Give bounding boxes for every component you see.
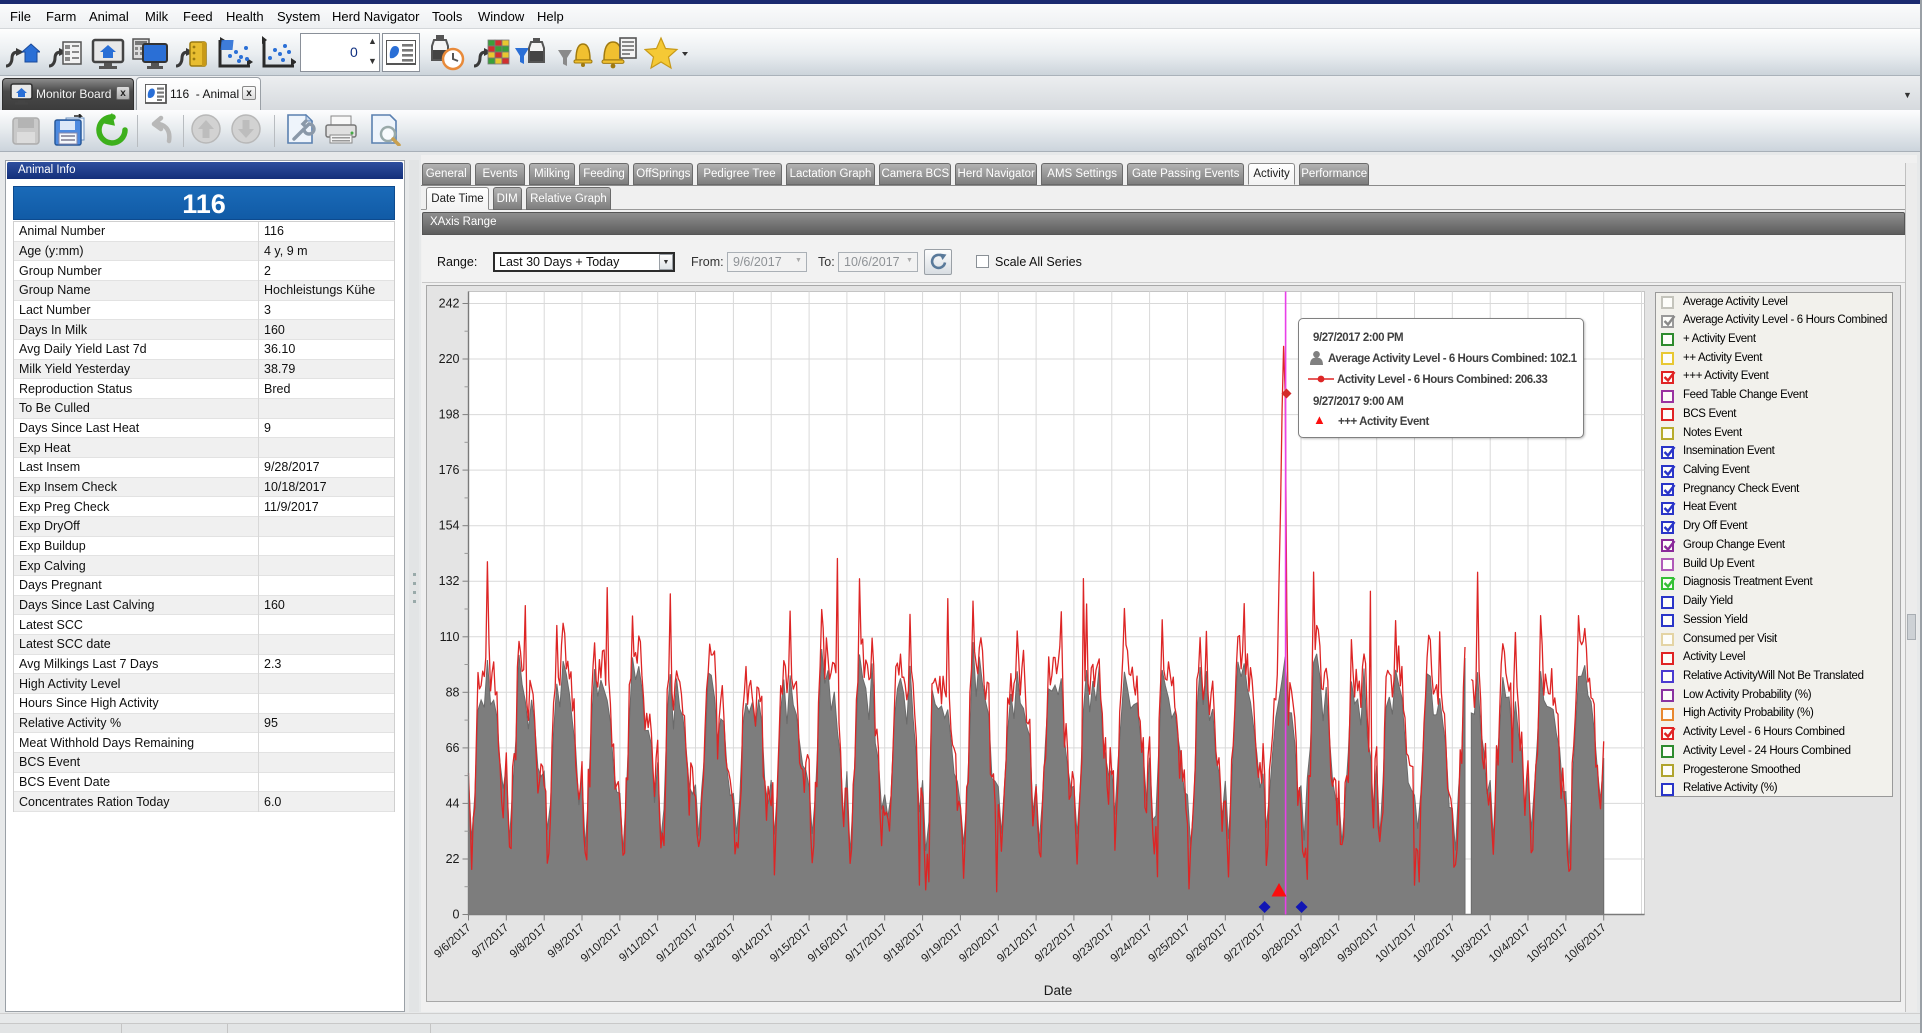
svg-text:0: 0 [453,908,460,922]
svg-text:154: 154 [439,519,460,533]
svg-text:44: 44 [446,796,460,810]
svg-text:110: 110 [440,630,460,644]
svg-text:9/8/2017: 9/8/2017 [508,922,549,961]
svg-text:220: 220 [439,352,460,366]
svg-text:132: 132 [439,574,460,588]
svg-text:242: 242 [439,297,460,311]
svg-text:Date: Date [1044,983,1073,998]
svg-text:66: 66 [446,741,460,755]
svg-text:88: 88 [446,685,460,699]
svg-text:176: 176 [439,463,460,477]
svg-text:9/6/2017: 9/6/2017 [432,922,473,961]
svg-text:198: 198 [439,408,460,422]
svg-text:10/6/2017: 10/6/2017 [1563,922,1609,965]
svg-text:9/10/2017: 9/10/2017 [579,922,625,965]
svg-text:22: 22 [446,852,460,866]
svg-text:9/7/2017: 9/7/2017 [470,922,511,961]
